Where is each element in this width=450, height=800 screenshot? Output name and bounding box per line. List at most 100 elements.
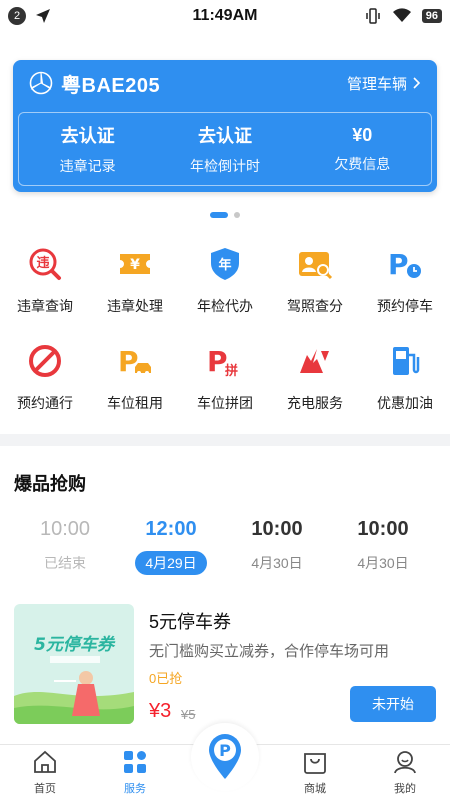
annual-inspection-icon: 年 <box>207 246 243 282</box>
bottom-nav: 首页 服务 P 商城 我的 <box>0 723 450 800</box>
service-label: 预约通行 <box>17 395 73 411</box>
status-bar: 2 11:49AM 96 <box>0 0 450 32</box>
license-plate: 粤BAE205 <box>61 74 161 97</box>
reserve-pass-icon <box>27 343 63 379</box>
time-slot-active[interactable]: 12:00 4月29日 <box>118 518 224 575</box>
nav-profile[interactable]: 我的 <box>360 745 450 800</box>
service-label: 充电服务 <box>287 395 343 411</box>
stat-violation-record[interactable]: 去认证 违章记录 <box>19 113 156 185</box>
nav-label: 我的 <box>394 783 416 795</box>
stat-label: 欠费信息 <box>334 155 391 172</box>
service-violation-query[interactable]: 违 违章查询 <box>0 238 90 335</box>
parking-button[interactable]: P <box>191 723 259 791</box>
product-name: 5元停车券 <box>149 612 232 632</box>
service-label: 年检代办 <box>197 298 253 314</box>
time-slot-date: 已结束 <box>44 555 86 571</box>
fuel-icon <box>387 343 423 379</box>
service-label: 预约停车 <box>377 298 433 314</box>
charging-icon <box>297 343 333 379</box>
license-score-icon <box>297 246 333 282</box>
nav-home[interactable]: 首页 <box>0 745 90 800</box>
space-rent-icon: P <box>117 343 153 379</box>
nav-label: 首页 <box>34 783 56 795</box>
svg-text:P: P <box>118 345 139 378</box>
service-license-score[interactable]: 驾照查分 <box>270 238 360 335</box>
violation-query-icon: 违 <box>27 246 63 282</box>
svg-text:拼: 拼 <box>225 363 238 379</box>
time-slot-time: 12:00 <box>145 518 197 540</box>
time-slot-date: 4月29日 <box>135 551 207 575</box>
service-charging[interactable]: 充电服务 <box>270 335 360 432</box>
stat-label: 违章记录 <box>59 158 116 174</box>
vibrate-icon <box>366 8 380 24</box>
product-card[interactable]: 5元停车券 5元停车券 无门槛购买立减券，合作停车场可用 0已抢 ¥3 ¥5 未… <box>14 604 436 726</box>
time-slot-date: 4月30日 <box>251 555 303 571</box>
time-slot-time: 10:00 <box>357 518 409 540</box>
nav-label: 商城 <box>304 783 326 795</box>
product-image: 5元停车券 <box>14 604 134 724</box>
car-brand-logo-icon <box>29 71 53 95</box>
parking-icon: P <box>209 734 241 779</box>
service-label: 驾照查分 <box>287 298 343 314</box>
time-slot-time: 10:00 <box>251 518 303 540</box>
service-label: 车位租用 <box>107 395 163 411</box>
nav-parking[interactable]: P <box>180 723 270 800</box>
service-space-rent[interactable]: P 车位租用 <box>90 335 180 432</box>
notification-count-badge: 2 <box>8 7 26 25</box>
services-icon <box>121 748 149 776</box>
violation-handle-icon: ¥ <box>117 246 153 282</box>
service-annual-inspection[interactable]: 年 年检代办 <box>180 238 270 335</box>
service-violation-handle[interactable]: ¥ 违章处理 <box>90 238 180 335</box>
service-label: 车位拼团 <box>197 395 253 411</box>
svg-text:¥: ¥ <box>130 257 140 273</box>
status-time: 11:49AM <box>192 7 258 24</box>
mall-icon <box>301 748 329 776</box>
profile-icon <box>391 748 419 776</box>
product-price: ¥3 <box>149 700 172 722</box>
nav-label: 服务 <box>124 783 146 795</box>
svg-text:年: 年 <box>218 257 231 273</box>
stat-value: ¥0 <box>352 124 373 145</box>
service-reserve-parking[interactable]: P 预约停车 <box>360 238 450 335</box>
product-original-price: ¥5 <box>181 707 196 722</box>
flash-sale-time-tabs: 10:00 已结束 12:00 4月29日 10:00 4月30日 10:00 … <box>0 518 450 575</box>
chevron-right-icon <box>413 77 421 89</box>
manage-vehicle-link[interactable]: 管理车辆 <box>347 73 421 94</box>
flash-sale-title: 爆品抢购 <box>14 474 86 494</box>
home-icon <box>31 748 59 776</box>
service-label: 优惠加油 <box>377 395 433 411</box>
nav-services[interactable]: 服务 <box>90 745 180 800</box>
nav-mall[interactable]: 商城 <box>270 745 360 800</box>
manage-vehicle-label: 管理车辆 <box>346 75 407 93</box>
location-arrow-icon <box>36 9 50 23</box>
carousel-dot-active <box>210 212 228 218</box>
space-group-icon: P拼 <box>207 343 243 379</box>
time-slot-time: 10:00 <box>39 518 91 540</box>
reserve-parking-icon: P <box>387 246 423 282</box>
service-fuel[interactable]: 优惠加油 <box>360 335 450 432</box>
section-divider <box>0 434 450 446</box>
carousel-indicator <box>0 212 450 218</box>
wifi-icon <box>392 8 411 22</box>
time-slot-date: 4月30日 <box>357 555 409 571</box>
product-sold-count: 0已抢 <box>149 671 183 686</box>
carousel-dot <box>234 212 240 218</box>
vehicle-card[interactable]: 粤BAE205 管理车辆 去认证 违章记录 去认证 年检倒计时 ¥0 欠费信息 <box>13 60 437 192</box>
stat-arrears[interactable]: ¥0 欠费信息 <box>294 113 431 185</box>
product-description: 无门槛购买立减券，合作停车场可用 <box>149 643 390 660</box>
time-slot-upcoming[interactable]: 10:00 4月30日 <box>224 518 330 575</box>
stat-value: 去认证 <box>60 126 115 146</box>
stat-inspection-countdown[interactable]: 去认证 年检倒计时 <box>156 113 293 185</box>
battery-indicator: 96 <box>421 9 442 23</box>
svg-text:违: 违 <box>36 255 49 271</box>
service-label: 违章查询 <box>17 298 73 314</box>
stat-label: 年检倒计时 <box>189 158 260 174</box>
service-label: 违章处理 <box>107 298 163 314</box>
service-grid: 违 违章查询 ¥ 违章处理 年 年检代办 驾照查分 P 预约停车 预约通行 P <box>0 238 450 432</box>
svg-text:P: P <box>388 248 409 281</box>
service-space-group[interactable]: P拼 车位拼团 <box>180 335 270 432</box>
time-slot-ended[interactable]: 10:00 已结束 <box>12 518 118 575</box>
not-started-button[interactable]: 未开始 <box>350 686 436 722</box>
time-slot-upcoming[interactable]: 10:00 4月30日 <box>330 518 436 575</box>
service-reserve-pass[interactable]: 预约通行 <box>0 335 90 432</box>
